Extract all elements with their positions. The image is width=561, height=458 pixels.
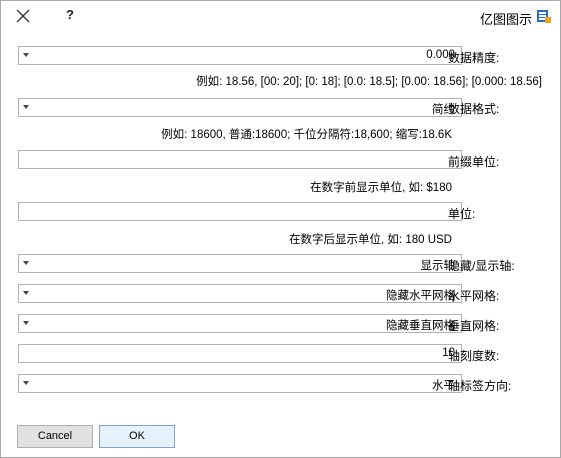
prefix-unit-hint: 在数字前显示单位, 如: $180 <box>310 182 452 194</box>
data-format-label: 数据格式: <box>448 102 500 116</box>
unit-input[interactable] <box>18 202 462 221</box>
unit-hint: 在数字后显示单位, 如: 180 USD <box>289 234 452 246</box>
horizontal-grid-value: 隐藏水平网格 <box>386 290 455 302</box>
vertical-grid-value: 隐藏垂直网格 <box>386 320 455 332</box>
data-format-hint: 例如: 18600, 普通:18600; 千位分隔符:18,600; 缩写:18… <box>161 129 452 141</box>
axis-label-direction-label: 轴标签方向: <box>448 379 512 393</box>
close-icon <box>16 9 30 23</box>
axis-ticks-input[interactable]: 10 <box>18 344 462 363</box>
prefix-unit-input[interactable] <box>18 150 462 169</box>
chart-axis-settings-dialog: ? 亿图图示 0.000 数据精度: 例如: 18.56, [00: 20]; … <box>0 0 561 458</box>
edraw-app-icon <box>537 10 551 23</box>
data-format-select[interactable]: 简约 <box>18 98 462 117</box>
hide-show-axis-select[interactable]: 显示轴 <box>18 254 462 273</box>
data-precision-hint: 例如: 18.56, [00: 20]; [0: 18]; [0.0: 18.5… <box>196 76 542 88</box>
chevron-down-icon <box>23 261 29 265</box>
hide-show-axis-label: 隐藏/显示轴: <box>448 259 515 273</box>
help-button[interactable]: ? <box>63 7 77 25</box>
vertical-grid-select[interactable]: 隐藏垂直网格 <box>18 314 462 333</box>
data-precision-select[interactable]: 0.000 <box>18 46 462 65</box>
chevron-down-icon <box>23 53 29 57</box>
chevron-down-icon <box>23 321 29 325</box>
ok-button[interactable]: OK <box>99 425 175 448</box>
axis-label-direction-select[interactable]: 水平 <box>18 374 462 393</box>
chevron-down-icon <box>23 291 29 295</box>
chevron-down-icon <box>23 381 29 385</box>
chevron-down-icon <box>23 105 29 109</box>
vertical-grid-label: 垂直网格: <box>448 319 500 333</box>
title-bar: ? 亿图图示 <box>1 1 560 31</box>
cancel-button[interactable]: Cancel <box>17 425 93 448</box>
horizontal-grid-select[interactable]: 隐藏水平网格 <box>18 284 462 303</box>
data-precision-label: 数据精度: <box>448 51 500 65</box>
unit-label: 单位: <box>448 207 476 221</box>
axis-ticks-label: 轴刻度数: <box>448 349 500 363</box>
close-button[interactable] <box>15 8 31 24</box>
prefix-unit-label: 前缀单位: <box>448 155 500 169</box>
window-title: 亿图图示 <box>479 12 532 27</box>
horizontal-grid-label: 水平网格: <box>448 289 500 303</box>
